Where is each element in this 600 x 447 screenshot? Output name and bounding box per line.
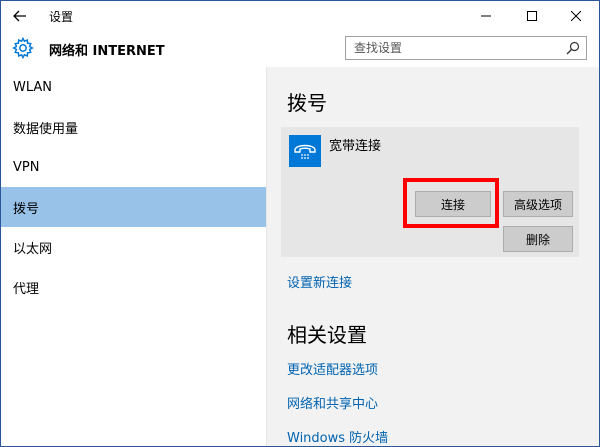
phone-handset-icon	[294, 144, 316, 159]
connection-card[interactable]: 宽带连接 连接 高级选项 删除	[281, 127, 579, 257]
maximize-icon	[527, 11, 537, 21]
network-sharing-center-link[interactable]: 网络和共享中心	[287, 393, 378, 412]
arrow-left-icon	[13, 10, 26, 22]
setup-new-connection-link[interactable]: 设置新连接	[287, 272, 352, 291]
back-button[interactable]	[9, 5, 31, 27]
page-header: 网络和 INTERNET	[1, 31, 599, 67]
change-adapter-options-link[interactable]: 更改适配器选项	[287, 359, 378, 378]
minimize-button[interactable]	[463, 1, 509, 31]
search-input[interactable]	[346, 37, 566, 59]
windows-firewall-link[interactable]: Windows 防火墙	[287, 427, 388, 446]
sidebar-item-data-usage[interactable]: 数据使用量	[1, 107, 266, 147]
search-button[interactable]	[564, 39, 582, 57]
advanced-options-button[interactable]: 高级选项	[503, 191, 573, 217]
connection-name: 宽带连接	[329, 139, 382, 154]
minimize-icon	[481, 15, 491, 17]
delete-button[interactable]: 删除	[503, 226, 573, 252]
related-settings-heading: 相关设置	[287, 323, 367, 347]
highlight-annotation	[403, 178, 499, 228]
close-icon	[571, 11, 581, 21]
dialup-heading: 拨号	[287, 91, 327, 115]
sidebar-item-dialup[interactable]: 拨号	[1, 187, 266, 227]
search-icon	[566, 41, 580, 55]
page-title: 网络和 INTERNET	[49, 44, 165, 59]
sidebar-item-wlan[interactable]: WLAN	[1, 67, 266, 107]
sidebar-item-vpn[interactable]: VPN	[1, 147, 266, 187]
sidebar-item-ethernet[interactable]: 以太网	[1, 227, 266, 267]
sidebar-item-proxy[interactable]: 代理	[1, 267, 266, 307]
content-pane: 拨号 宽带连接 连接 高级选项 删除 设置新连接 相关设置 更改适配器选项 网络…	[267, 67, 599, 446]
window-title: 设置	[49, 10, 74, 24]
maximize-button[interactable]	[509, 1, 555, 31]
connection-icon-tile	[289, 135, 321, 167]
title-bar: 设置	[1, 1, 599, 31]
settings-window: 设置 网络和 INTERNET 查找设置 WLAN 数据使用量 VPN 拨号 以…	[0, 0, 600, 447]
search-box	[345, 36, 587, 60]
sidebar-nav: WLAN 数据使用量 VPN 拨号 以太网 代理	[1, 67, 267, 446]
gear-icon	[12, 36, 34, 60]
close-button[interactable]	[553, 1, 599, 31]
